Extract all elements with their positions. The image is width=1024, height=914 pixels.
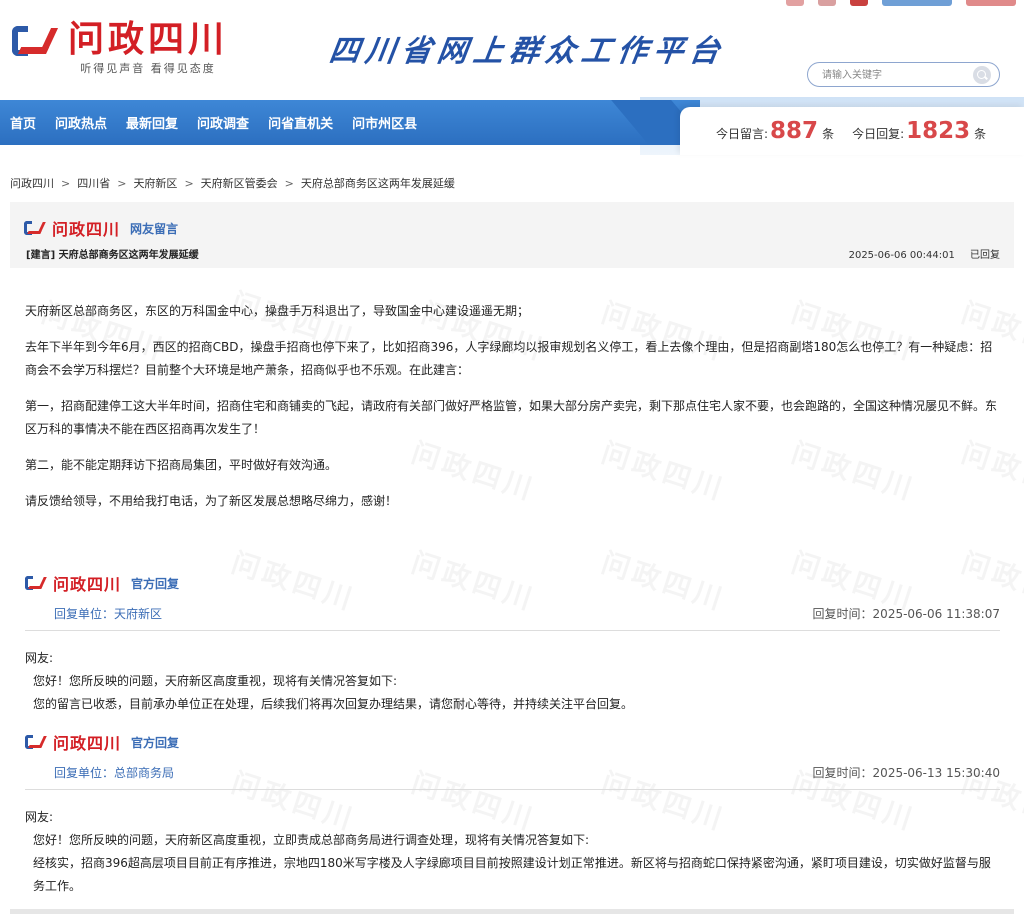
nav-item-home[interactable]: 首页 — [10, 113, 36, 132]
site-logo[interactable]: 问政四川 听得见声音 看得见态度 — [12, 20, 228, 76]
logo-title: 问政四川 — [53, 575, 122, 594]
chevron-right-icon: > — [61, 176, 71, 190]
logo-mark-icon — [25, 575, 49, 591]
top-link-icon[interactable] — [850, 0, 868, 6]
reply-line: 经核实，招商396超高层项目目前正有序推进，宗地四180米写字楼及人字绿廊项目目… — [33, 856, 991, 893]
search-icon[interactable] — [973, 66, 991, 84]
nav-item-cities[interactable]: 问市州区县 — [352, 113, 417, 132]
nav-items: 首页 问政热点 最新回复 问政调查 问省直机关 问市州区县 — [10, 100, 436, 145]
logo-title: 问政四川 — [52, 220, 121, 239]
bottom-divider — [10, 909, 1014, 914]
post-title: [建言] 天府总部商务区这两年发展延缓 — [26, 250, 199, 261]
today-stats: 今日留言: 887 条 今日回复: 1823 条 — [716, 118, 986, 144]
logo-subtitle: 听得见声音 看得见态度 — [80, 62, 216, 75]
section-label: 网友留言 — [130, 221, 179, 236]
post-paragraph: 天府新区总部商务区，东区的万科国金中心，操盘手万科退出了，导致国金中心建设遥遥无… — [25, 304, 530, 318]
logo-title: 问政四川 — [53, 734, 122, 753]
reply-line: 您好！您所反映的问题，天府新区高度重视，立即责成总部商务局进行调查处理，现将有关… — [33, 833, 590, 847]
reply-header: 问政四川 官方回复 — [25, 730, 179, 754]
today-messages-count: 887 — [770, 118, 819, 144]
site-slogan: 四川省网上群众工作平台 — [327, 34, 728, 69]
reply-info-row: 回复单位：总部商务局 回复时间：2025-06-13 15:30:40 — [25, 760, 1000, 790]
reply-time: 回复时间：2025-06-06 11:38:07 — [812, 607, 1000, 621]
post-paragraph: 第一，招商配建停工这大半年时间，招商住宅和商铺卖的飞起，请政府有关部门做好严格监… — [25, 399, 998, 436]
today-messages-unit: 条 — [822, 127, 835, 141]
reply-header: 问政四川 官方回复 — [25, 571, 179, 595]
breadcrumb-item[interactable]: 天府新区管委会 — [201, 175, 278, 191]
reply-tag: 官方回复 — [131, 576, 180, 591]
post-paragraph: 去年下半年到今年6月，西区的招商CBD，操盘手招商也停下来了，比如招商396，人… — [25, 340, 993, 377]
top-link-icon[interactable] — [882, 0, 952, 6]
post-body: 天府新区总部商务区，东区的万科国金中心，操盘手万科退出了，导致国金中心建设遥遥无… — [25, 300, 1000, 526]
reply-unit: 回复单位：天府新区 — [54, 607, 163, 621]
logo-mark-icon — [25, 734, 49, 750]
reply-greeting: 网友: — [25, 810, 54, 824]
post-meta: 2025-06-06 00:44:01 已回复 — [849, 246, 1000, 261]
nav-item-latest-replies[interactable]: 最新回复 — [126, 113, 178, 132]
today-replies-label: 今日回复: — [852, 127, 905, 141]
reply-tag: 官方回复 — [131, 735, 180, 750]
post-section-logo: 问政四川 网友留言 — [24, 216, 178, 240]
breadcrumb-item[interactable]: 四川省 — [77, 175, 110, 191]
search-input[interactable] — [822, 64, 972, 87]
logo-title: 问政四川 — [68, 18, 229, 60]
reply-greeting: 网友: — [25, 651, 54, 665]
today-replies-count: 1823 — [906, 118, 971, 144]
reply-line: 您的留言已收悉，目前承办单位正在处理，后续我们将再次回复办理结果，请您耐心等待，… — [33, 697, 634, 711]
breadcrumb-item[interactable]: 天府新区 — [133, 175, 177, 191]
breadcrumb-current: 天府总部商务区这两年发展延缓 — [300, 177, 455, 190]
reply-info-row: 回复单位：天府新区 回复时间：2025-06-06 11:38:07 — [25, 601, 1000, 631]
reply-line: 您好！您所反映的问题，天府新区高度重视，现将有关情况答复如下: — [33, 674, 398, 688]
logo-mark-icon — [24, 220, 48, 236]
chevron-right-icon: > — [284, 176, 294, 190]
top-link-icon[interactable] — [966, 0, 1016, 6]
nav-item-hot[interactable]: 问政热点 — [55, 113, 107, 132]
search-box — [807, 62, 1000, 87]
nav-item-provincial-agencies[interactable]: 问省直机关 — [268, 113, 333, 132]
today-messages-label: 今日留言: — [716, 127, 769, 141]
top-link-icon[interactable] — [818, 0, 836, 6]
breadcrumb: 问政四川 > 四川省 > 天府新区 > 天府新区管委会 > 天府总部商务区这两年… — [10, 175, 455, 191]
post-datetime: 2025-06-06 00:44:01 — [848, 250, 955, 261]
site-header: 问政四川 听得见声音 看得见态度 四川省网上群众工作平台 — [0, 0, 1024, 97]
breadcrumb-item[interactable]: 问政四川 — [10, 175, 54, 191]
logo-mark-icon — [12, 24, 59, 58]
nav-item-survey[interactable]: 问政调查 — [197, 113, 249, 132]
reply-time: 回复时间：2025-06-13 15:30:40 — [812, 766, 1000, 780]
status-badge: 已回复 — [970, 250, 1000, 261]
reply-body: 网友: 您好！您所反映的问题，天府新区高度重视，现将有关情况答复如下: 您的留言… — [25, 647, 1000, 716]
reply-unit: 回复单位：总部商务局 — [54, 766, 175, 780]
chevron-right-icon: > — [117, 176, 127, 190]
top-link-icon[interactable] — [786, 0, 804, 6]
reply-body: 网友: 您好！您所反映的问题，天府新区高度重视，立即责成总部商务局进行调查处理，… — [25, 806, 1000, 898]
chevron-right-icon: > — [184, 176, 194, 190]
post-paragraph: 第二，能不能定期拜访下招商局集团，平时做好有效沟通。 — [25, 458, 338, 472]
today-replies-unit: 条 — [974, 127, 987, 141]
top-link-icons — [786, 0, 1016, 6]
post-header: 问政四川 网友留言 [建言] 天府总部商务区这两年发展延缓 2025-06-06… — [10, 202, 1014, 268]
post-paragraph: 请反馈给领导，不用给我打电话，为了新区发展总想略尽绵力，感谢！ — [25, 494, 398, 508]
